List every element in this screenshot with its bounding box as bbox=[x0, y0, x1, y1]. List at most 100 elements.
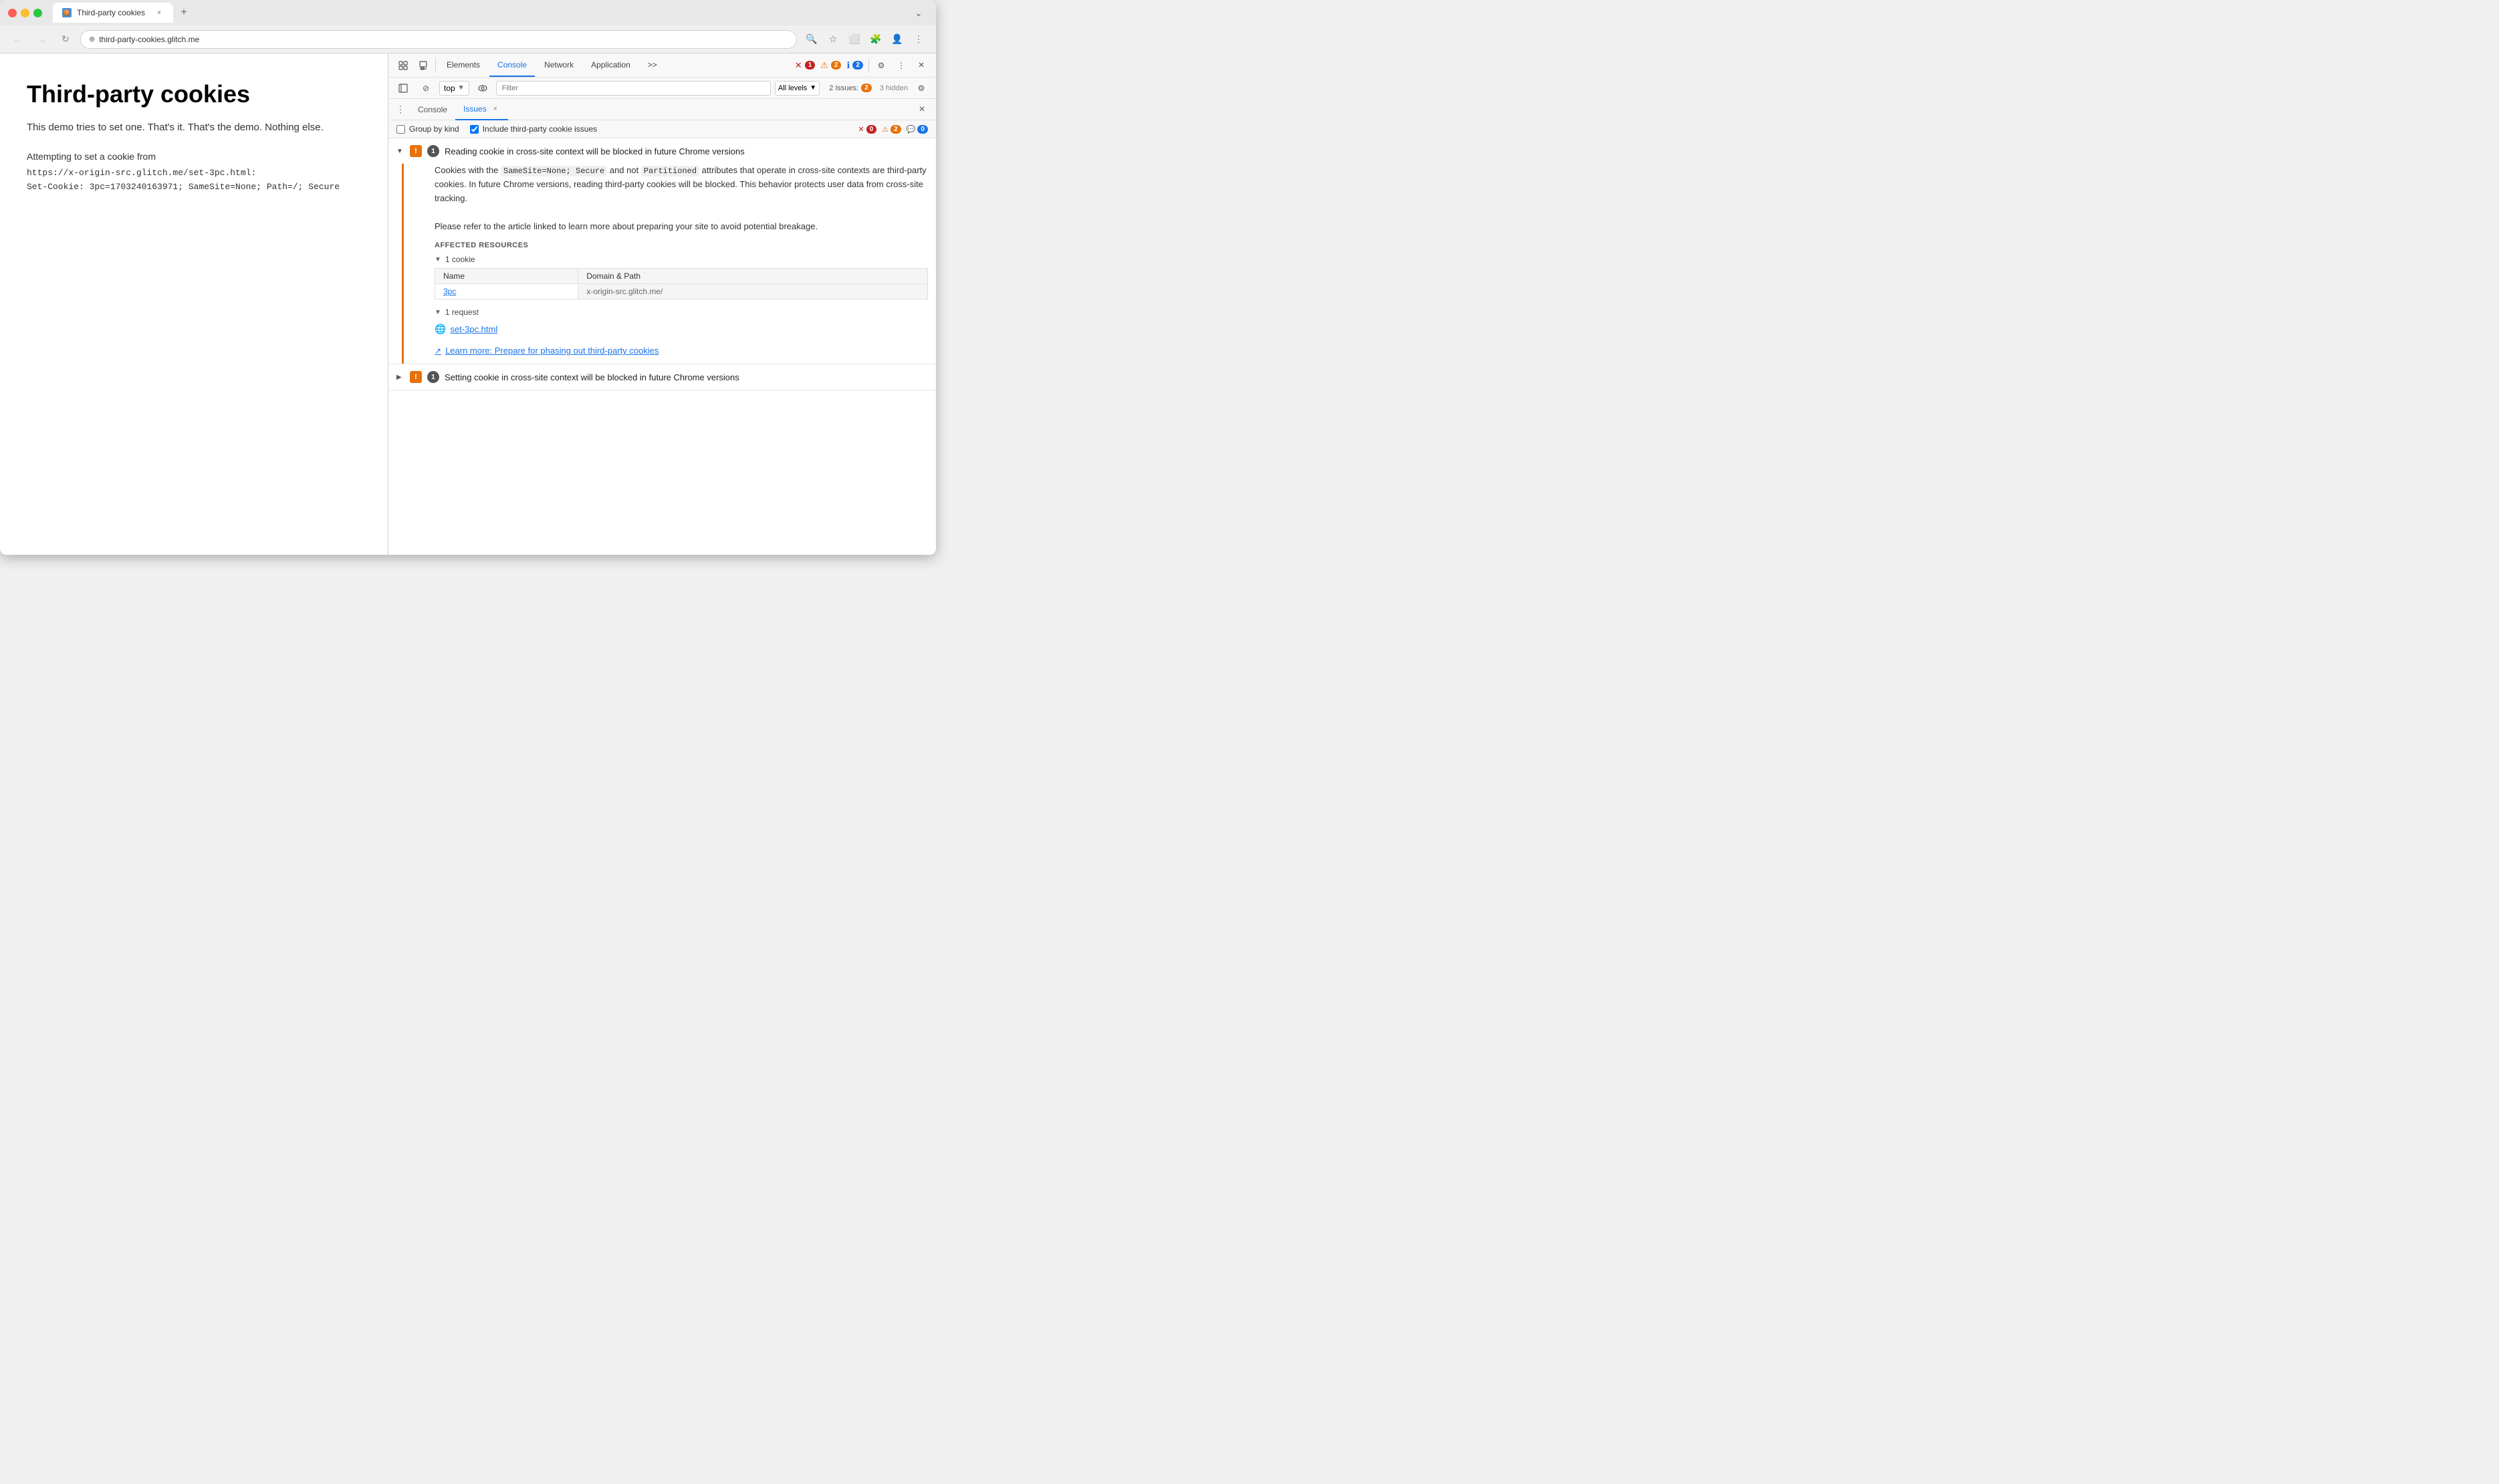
learn-more-link[interactable]: ↗ Learn more: Prepare for phasing out th… bbox=[435, 346, 928, 356]
address-bar[interactable]: ⊕ third-party-cookies.glitch.me bbox=[80, 30, 797, 49]
menu-button[interactable]: ⋮ bbox=[909, 30, 928, 49]
console-settings-button[interactable]: ⚙ bbox=[912, 79, 931, 98]
issues-tab-label: Issues bbox=[463, 104, 487, 114]
elements-label: Elements bbox=[447, 60, 480, 70]
devtools-more-button[interactable]: ⋮ bbox=[892, 56, 911, 75]
close-window-button[interactable] bbox=[8, 9, 17, 17]
tab-close-button[interactable]: × bbox=[154, 8, 164, 17]
url-text: third-party-cookies.glitch.me bbox=[99, 35, 199, 44]
extensions-button[interactable]: 🧩 bbox=[866, 30, 885, 49]
settings-button[interactable]: ⚙ bbox=[872, 56, 890, 75]
cookie-row: 3pc x-origin-src.glitch.me/ bbox=[435, 284, 928, 299]
col-name: Name bbox=[435, 269, 578, 284]
cookie-section-label: 1 cookie bbox=[445, 255, 475, 264]
cookie-domain-cell: x-origin-src.glitch.me/ bbox=[578, 284, 928, 299]
error-count-item: ✕ 0 bbox=[858, 125, 877, 134]
error-badge-group: ✕ 1 bbox=[795, 60, 815, 71]
console-sidebar-button[interactable] bbox=[394, 79, 412, 98]
application-label: Application bbox=[591, 60, 630, 70]
navigation-bar: ← → ↻ ⊕ third-party-cookies.glitch.me 🔍 … bbox=[0, 25, 936, 53]
inspect-element-button[interactable] bbox=[394, 56, 412, 75]
eye-button[interactable] bbox=[473, 79, 492, 98]
issue-2-icon: ! bbox=[410, 371, 422, 383]
tab-console[interactable]: Console bbox=[489, 54, 535, 77]
issue-1-title: Reading cookie in cross-site context wil… bbox=[445, 146, 745, 156]
include-third-party-text: Include third-party cookie issues bbox=[483, 124, 597, 134]
clear-console-button[interactable]: ⊘ bbox=[416, 79, 435, 98]
cookie-label: Attempting to set a cookie from bbox=[27, 149, 361, 164]
group-by-kind-label[interactable]: Group by kind bbox=[396, 124, 459, 134]
request-section-label: 1 request bbox=[445, 307, 479, 317]
cookie-value: Set-Cookie: 3pc=1703240163971; SameSite=… bbox=[27, 180, 361, 195]
close-panel-button[interactable]: × bbox=[913, 101, 931, 118]
active-tab[interactable]: 🍪 Third-party cookies × bbox=[53, 3, 173, 23]
back-button[interactable]: ← bbox=[8, 30, 27, 49]
warn-icon-small: ⚠ bbox=[882, 125, 888, 134]
include-third-party-checkbox[interactable] bbox=[470, 125, 479, 134]
resize-icon[interactable]: ⌄ bbox=[909, 3, 928, 22]
info-count-item: 💬 0 bbox=[907, 125, 928, 134]
issue-2-count: 1 bbox=[427, 371, 439, 383]
globe-icon: 🌐 bbox=[435, 324, 446, 335]
code-partitioned: Partitioned bbox=[641, 166, 699, 176]
context-selector[interactable]: top ▼ bbox=[439, 81, 469, 96]
external-link-icon: ↗ bbox=[435, 346, 441, 356]
maximize-window-button[interactable] bbox=[33, 9, 42, 17]
close-devtools-button[interactable]: × bbox=[912, 56, 931, 75]
new-tab-button[interactable]: + bbox=[176, 5, 192, 21]
level-dropdown[interactable]: All levels ▼ bbox=[775, 81, 820, 96]
issues-tab-close[interactable]: × bbox=[491, 104, 500, 114]
console-tab-label: Console bbox=[418, 105, 447, 114]
warning-icon: ⚠ bbox=[820, 60, 828, 71]
devtools-panel: Elements Console Network Application >> … bbox=[388, 53, 936, 555]
include-third-party-label[interactable]: Include third-party cookie issues bbox=[470, 124, 597, 134]
refresh-button[interactable]: ↻ bbox=[56, 30, 75, 49]
minimize-window-button[interactable] bbox=[21, 9, 29, 17]
browser-window: 🍪 Third-party cookies × + ⌄ ← → ↻ ⊕ thir… bbox=[0, 0, 936, 555]
tab-elements[interactable]: Elements bbox=[439, 54, 488, 77]
issue-2-title: Setting cookie in cross-site context wil… bbox=[445, 372, 739, 382]
code-samesite: SameSite=None; Secure bbox=[501, 166, 607, 176]
group-by-kind-checkbox[interactable] bbox=[396, 125, 405, 134]
page-content: Third-party cookies This demo tries to s… bbox=[0, 53, 388, 555]
group-by-kind-text: Group by kind bbox=[409, 124, 459, 134]
info-count-badge: 0 bbox=[917, 125, 928, 134]
request-link[interactable]: set-3pc.html bbox=[450, 324, 497, 334]
cookie-name-link[interactable]: 3pc bbox=[443, 287, 456, 296]
issues-warn-badge: 2 bbox=[861, 84, 872, 92]
tab-application[interactable]: Application bbox=[583, 54, 638, 77]
separator2 bbox=[868, 59, 869, 72]
more-tabs-label: >> bbox=[648, 60, 657, 70]
cookie-expand-arrow: ▼ bbox=[435, 256, 441, 263]
issue-1-header[interactable]: ▼ ! 1 Reading cookie in cross-site conte… bbox=[388, 138, 936, 164]
col-domain: Domain & Path bbox=[578, 269, 928, 284]
sub-tab-issues[interactable]: Issues × bbox=[455, 99, 508, 120]
issue-1-body: Cookies with the SameSite=None; Secure a… bbox=[402, 164, 936, 364]
device-toggle-button[interactable] bbox=[414, 56, 433, 75]
context-arrow: ▼ bbox=[458, 84, 465, 92]
info-badge-group: ℹ 2 bbox=[846, 60, 863, 71]
page-title: Third-party cookies bbox=[27, 80, 361, 108]
sub-tab-console[interactable]: Console bbox=[410, 99, 455, 120]
error-icon: ✕ bbox=[795, 60, 802, 71]
panel-menu-button[interactable]: ⋮ bbox=[394, 103, 407, 116]
info-icon: ℹ bbox=[846, 60, 850, 71]
screenshot-button[interactable]: ⬜ bbox=[845, 30, 864, 49]
forward-button[interactable]: → bbox=[32, 30, 51, 49]
cookie-section-header[interactable]: ▼ 1 cookie bbox=[435, 255, 928, 264]
info-count: 2 bbox=[852, 61, 863, 70]
issue-group-2[interactable]: ▶ ! 1 Setting cookie in cross-site conte… bbox=[388, 364, 936, 390]
profile-button[interactable]: 👤 bbox=[888, 30, 907, 49]
issue-group-1: ▼ ! 1 Reading cookie in cross-site conte… bbox=[388, 138, 936, 364]
cookie-info: Attempting to set a cookie from https://… bbox=[27, 149, 361, 195]
bookmark-button[interactable]: ☆ bbox=[824, 30, 842, 49]
issue-counts: ✕ 0 ⚠ 2 💬 0 bbox=[858, 125, 928, 134]
request-section-header[interactable]: ▼ 1 request bbox=[435, 307, 928, 317]
context-label: top bbox=[444, 84, 455, 93]
zoom-button[interactable]: 🔍 bbox=[802, 30, 821, 49]
request-item: 🌐 set-3pc.html bbox=[435, 321, 928, 338]
issues-options-bar: Group by kind Include third-party cookie… bbox=[388, 120, 936, 138]
tab-more[interactable]: >> bbox=[640, 54, 665, 77]
filter-input[interactable] bbox=[496, 81, 771, 96]
tab-network[interactable]: Network bbox=[536, 54, 582, 77]
